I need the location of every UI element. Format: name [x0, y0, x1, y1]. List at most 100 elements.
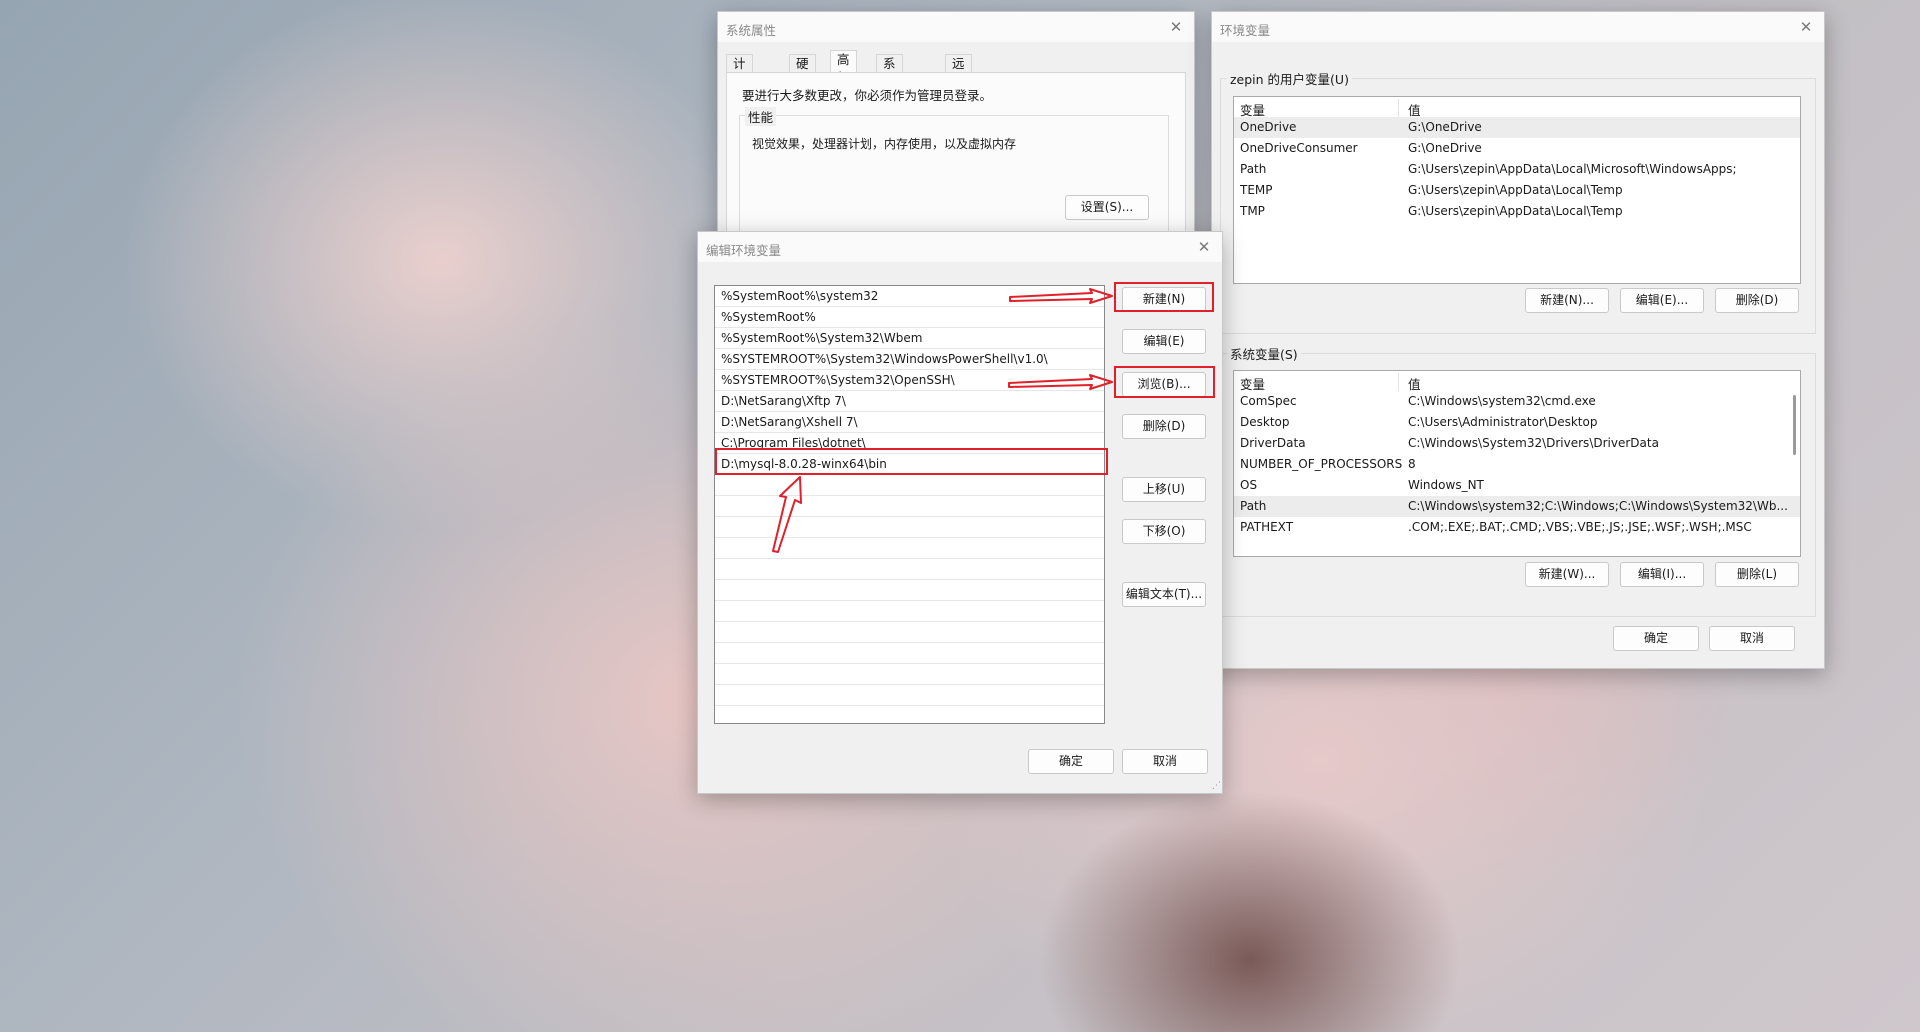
variable-value: 8	[1408, 457, 1416, 471]
variable-name: Path	[1240, 162, 1267, 176]
list-item[interactable]: Desktop C:\Users\Administrator\Desktop	[1234, 412, 1800, 433]
tab-advanced[interactable]: 高级	[830, 50, 857, 85]
variable-name: TEMP	[1240, 183, 1273, 197]
variable-name: TMP	[1240, 204, 1265, 218]
tab-system-protection[interactable]: 系统保护	[876, 54, 903, 125]
empty-row[interactable]	[715, 706, 1104, 723]
tab-computer-name[interactable]: 计算机名	[726, 54, 753, 125]
empty-row[interactable]	[715, 601, 1104, 622]
variable-value: G:\OneDrive	[1408, 120, 1482, 134]
edit-environment-variable-dialog: 编辑环境变量 ✕ %SystemRoot%\system32 %SystemRo…	[697, 231, 1223, 794]
user-variables-list[interactable]: 变量 值 OneDrive G:\OneDrive OneDriveConsum…	[1233, 96, 1801, 284]
user-variables-label: zepin 的用户变量(U)	[1227, 69, 1352, 88]
column-divider	[1398, 373, 1399, 391]
list-item[interactable]: ComSpec C:\Windows\system32\cmd.exe	[1234, 391, 1800, 412]
variable-name: NUMBER_OF_PROCESSORS	[1240, 457, 1403, 471]
user-new-button[interactable]: 新建(N)...	[1525, 288, 1609, 313]
list-item[interactable]: %SystemRoot%\System32\Wbem	[715, 328, 1104, 349]
list-item[interactable]: TEMP G:\Users\zepin\AppData\Local\Temp	[1234, 180, 1800, 201]
empty-row[interactable]	[715, 664, 1104, 685]
variable-name: ComSpec	[1240, 394, 1297, 408]
close-icon[interactable]: ✕	[1796, 17, 1816, 37]
variable-value: Windows_NT	[1408, 478, 1484, 492]
variable-value: G:\Users\zepin\AppData\Local\Microsoft\W…	[1408, 162, 1737, 176]
list-header: 变量 值	[1234, 97, 1800, 118]
scrollbar[interactable]	[1793, 395, 1796, 455]
list-item[interactable]: D:\NetSarang\Xshell 7\	[715, 412, 1104, 433]
list-item[interactable]: PATHEXT .COM;.EXE;.BAT;.CMD;.VBS;.VBE;.J…	[1234, 517, 1800, 538]
user-delete-button[interactable]: 删除(D)	[1715, 288, 1799, 313]
list-item[interactable]: %SYSTEMROOT%\System32\WindowsPowerShell\…	[715, 349, 1104, 370]
system-new-button[interactable]: 新建(W)...	[1525, 562, 1609, 587]
list-item[interactable]: Path G:\Users\zepin\AppData\Local\Micros…	[1234, 159, 1800, 180]
move-up-button[interactable]: 上移(U)	[1122, 477, 1206, 502]
list-item[interactable]: D:\NetSarang\Xftp 7\	[715, 391, 1104, 412]
highlight-new-button	[1114, 282, 1214, 312]
empty-row[interactable]	[715, 496, 1104, 517]
list-item[interactable]: %SystemRoot%	[715, 307, 1104, 328]
list-item[interactable]: DriverData C:\Windows\System32\Drivers\D…	[1234, 433, 1800, 454]
variable-value: C:\Users\Administrator\Desktop	[1408, 415, 1598, 429]
edit-button[interactable]: 编辑(E)	[1122, 329, 1206, 354]
empty-row[interactable]	[715, 538, 1104, 559]
system-delete-button[interactable]: 删除(L)	[1715, 562, 1799, 587]
sysprops-title: 系统属性	[726, 23, 777, 38]
envvars-title: 环境变量	[1220, 23, 1271, 38]
admin-note: 要进行大多数更改，你必须作为管理员登录。	[742, 88, 993, 103]
close-icon[interactable]: ✕	[1166, 17, 1186, 37]
system-variables-label: 系统变量(S)	[1227, 344, 1301, 363]
system-variables-list[interactable]: 变量 值 ComSpec C:\Windows\system32\cmd.exe…	[1233, 370, 1801, 557]
highlight-browse-button	[1114, 366, 1215, 398]
path-entries-list[interactable]: %SystemRoot%\system32 %SystemRoot% %Syst…	[714, 285, 1105, 724]
user-edit-button[interactable]: 编辑(E)...	[1620, 288, 1704, 313]
resize-grip-icon[interactable]: ⋰	[1212, 781, 1221, 791]
close-icon[interactable]: ✕	[1194, 237, 1214, 257]
tab-remote[interactable]: 远程	[945, 54, 972, 89]
variable-name: OneDriveConsumer	[1240, 141, 1358, 155]
variable-name: Path	[1240, 499, 1267, 513]
variable-name: OneDrive	[1240, 120, 1297, 134]
list-item[interactable]: TMP G:\Users\zepin\AppData\Local\Temp	[1234, 201, 1800, 222]
list-item[interactable]: NUMBER_OF_PROCESSORS 8	[1234, 454, 1800, 475]
variable-value: C:\Windows\System32\Drivers\DriverData	[1408, 436, 1659, 450]
variable-value: G:\Users\zepin\AppData\Local\Temp	[1408, 204, 1623, 218]
delete-button[interactable]: 删除(D)	[1122, 414, 1206, 439]
ok-button[interactable]: 确定	[1613, 626, 1699, 651]
empty-row[interactable]	[715, 643, 1104, 664]
list-item[interactable]: OS Windows_NT	[1234, 475, 1800, 496]
column-divider	[1398, 99, 1399, 117]
variable-value: G:\OneDrive	[1408, 141, 1482, 155]
list-item[interactable]: OneDriveConsumer G:\OneDrive	[1234, 138, 1800, 159]
list-header: 变量 值	[1234, 371, 1800, 392]
editdlg-titlebar[interactable]: 编辑环境变量 ✕	[698, 232, 1222, 262]
empty-row[interactable]	[715, 685, 1104, 706]
empty-row[interactable]	[715, 517, 1104, 538]
variable-name: DriverData	[1240, 436, 1306, 450]
variable-value: C:\Windows\system32\cmd.exe	[1408, 394, 1596, 408]
variable-value: C:\Windows\system32;C:\Windows;C:\Window…	[1408, 499, 1788, 513]
empty-row[interactable]	[715, 622, 1104, 643]
list-item[interactable]: OneDrive G:\OneDrive	[1234, 117, 1800, 138]
empty-row[interactable]	[715, 559, 1104, 580]
empty-row[interactable]	[715, 580, 1104, 601]
list-item[interactable]: %SystemRoot%\system32	[715, 286, 1104, 307]
edit-text-button[interactable]: 编辑文本(T)...	[1122, 582, 1206, 607]
cancel-button[interactable]: 取消	[1709, 626, 1795, 651]
variable-value: G:\Users\zepin\AppData\Local\Temp	[1408, 183, 1623, 197]
editdlg-title: 编辑环境变量	[706, 243, 782, 258]
empty-row[interactable]	[715, 475, 1104, 496]
sysprops-titlebar[interactable]: 系统属性 ✕	[718, 12, 1194, 42]
performance-group-label: 性能	[745, 107, 777, 126]
variable-value: .COM;.EXE;.BAT;.CMD;.VBS;.VBE;.JS;.JSE;.…	[1408, 520, 1752, 534]
performance-settings-button[interactable]: 设置(S)...	[1065, 195, 1149, 220]
list-item[interactable]: Path C:\Windows\system32;C:\Windows;C:\W…	[1234, 496, 1800, 517]
cancel-button[interactable]: 取消	[1122, 749, 1208, 774]
environment-variables-window: 环境变量 ✕ zepin 的用户变量(U) 变量 值 OneDrive G:\O…	[1211, 11, 1825, 669]
list-item[interactable]: %SYSTEMROOT%\System32\OpenSSH\	[715, 370, 1104, 391]
ok-button[interactable]: 确定	[1028, 749, 1114, 774]
tab-hardware[interactable]: 硬件	[789, 54, 816, 89]
move-down-button[interactable]: 下移(O)	[1122, 519, 1206, 544]
system-edit-button[interactable]: 编辑(I)...	[1620, 562, 1704, 587]
system-properties-window: 系统属性 ✕ 计算机名 硬件 高级 系统保护 远程 要进行大多数更改，你必须作为…	[717, 11, 1195, 274]
envvars-titlebar[interactable]: 环境变量 ✕	[1212, 12, 1824, 42]
